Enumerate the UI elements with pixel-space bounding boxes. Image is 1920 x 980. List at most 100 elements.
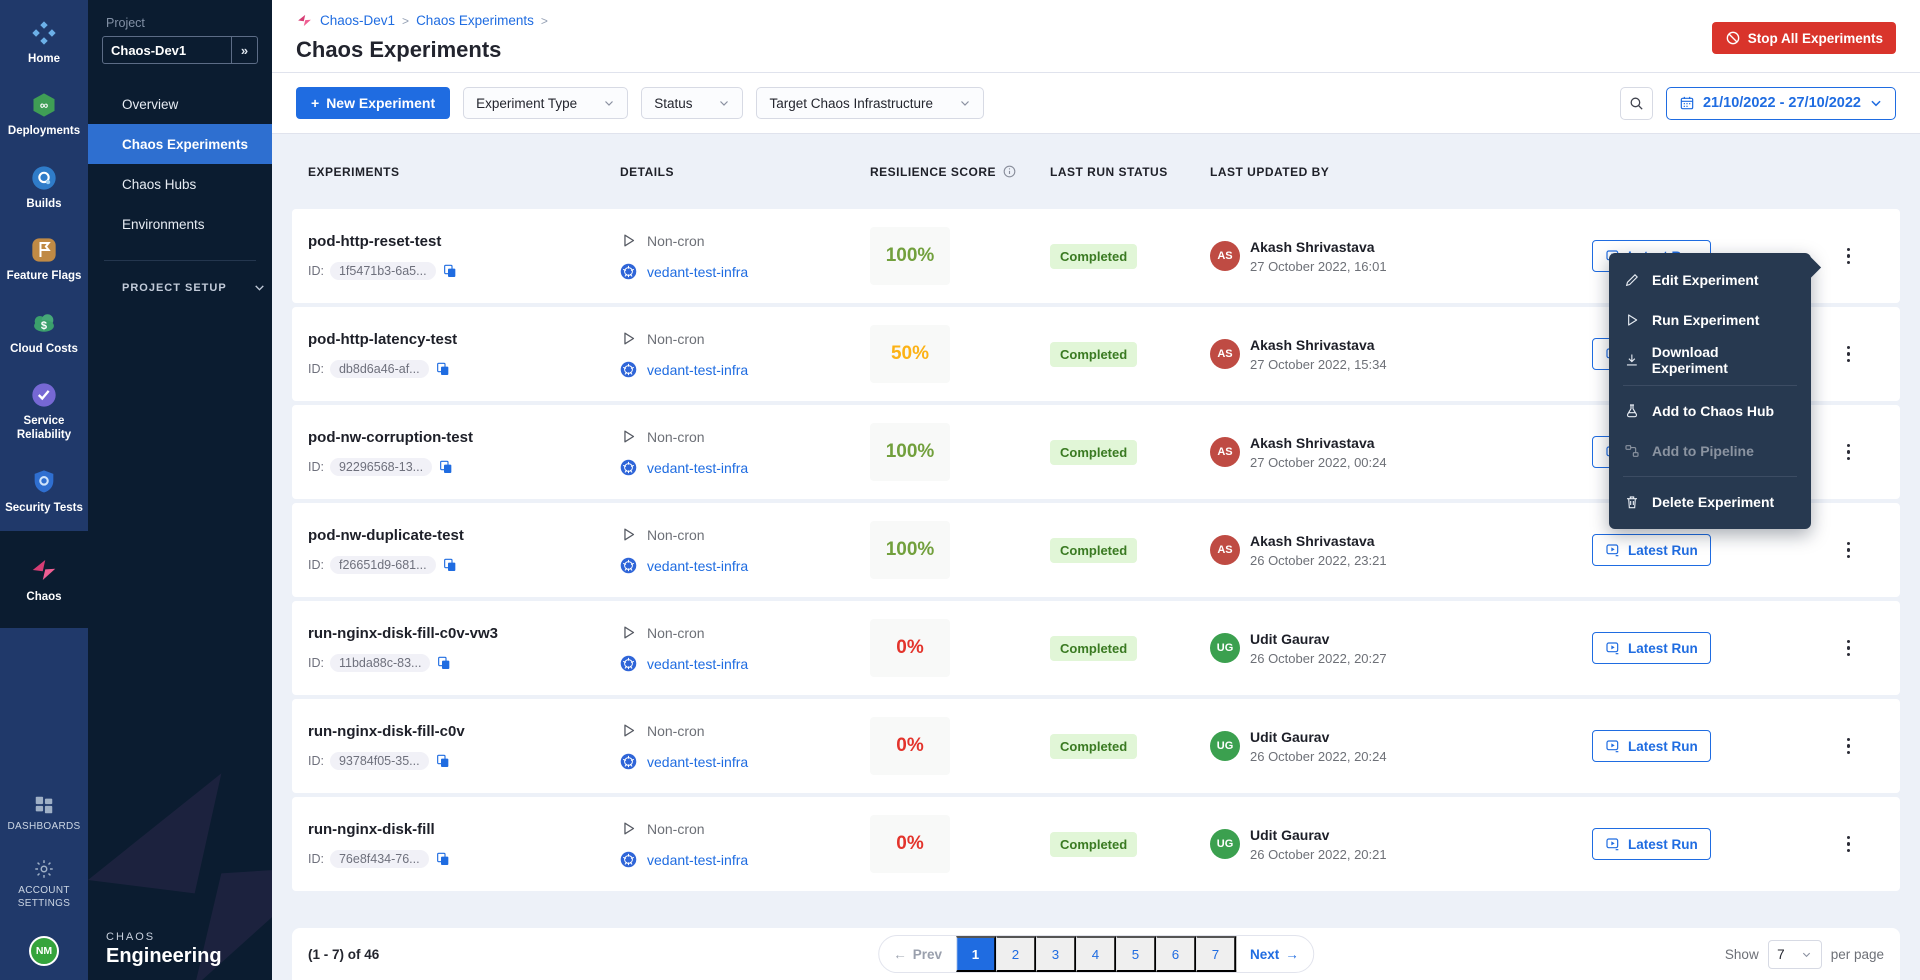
breadcrumb-separator: > [402,14,409,28]
user-avatar[interactable]: NM [29,936,59,966]
schedule-type: Non-cron [647,821,705,837]
infrastructure-link[interactable]: vedant-test-infra [647,558,748,574]
resilience-score: 100% [870,227,950,285]
latest-run-label: Latest Run [1628,641,1698,656]
infrastructure-link[interactable]: vedant-test-infra [647,264,748,280]
experiment-name[interactable]: pod-http-reset-test [308,233,620,250]
search-button[interactable] [1620,87,1653,120]
status-badge: Completed [1050,734,1137,759]
infrastructure-link[interactable]: vedant-test-infra [647,460,748,476]
rail-label: Cloud Costs [3,342,85,356]
kubernetes-icon [620,263,637,280]
sidebar-item-overview[interactable]: Overview [88,84,272,124]
latest-run-button[interactable]: Latest Run [1592,828,1711,860]
row-menu-button[interactable] [1841,242,1857,271]
experiment-name[interactable]: run-nginx-disk-fill-c0v [308,723,620,740]
prev-page-button[interactable]: ← Prev [879,938,956,971]
rail-item-cloud-costs[interactable]: $ Cloud Costs [0,300,88,365]
updated-date: 27 October 2022, 00:24 [1250,455,1387,470]
page-button[interactable]: 3 [1036,936,1076,972]
date-range-picker[interactable]: 21/10/2022 - 27/10/2022 [1666,87,1896,120]
infrastructure-link[interactable]: vedant-test-infra [647,754,748,770]
copy-icon[interactable] [438,459,454,475]
user-info: Akash Shrivastava 27 October 2022, 16:01 [1250,239,1387,274]
copy-icon[interactable] [435,753,451,769]
sidebar-item-environments[interactable]: Environments [88,204,272,244]
experiment-name[interactable]: pod-nw-duplicate-test [308,527,620,544]
page-button[interactable]: 6 [1156,936,1196,972]
infrastructure-link[interactable]: vedant-test-infra [647,656,748,672]
brand-small: CHAOS [106,931,222,943]
rail-label: Chaos [3,590,85,604]
menu-item-edit-experiment[interactable]: Edit Experiment [1609,260,1811,300]
sidebar-item-chaos-experiments[interactable]: Chaos Experiments [88,124,272,164]
info-icon[interactable] [1002,164,1017,179]
project-setup-toggle[interactable]: PROJECT SETUP [88,261,272,294]
rail-label: DASHBOARDS [3,821,85,834]
menu-item-run-experiment[interactable]: Run Experiment [1609,300,1811,340]
row-menu-button[interactable] [1841,536,1857,565]
expand-panel-icon[interactable]: » [231,37,257,63]
breadcrumb-link-experiments[interactable]: Chaos Experiments [416,13,534,28]
page-button[interactable]: 4 [1076,936,1116,972]
status-filter[interactable]: Status [641,87,743,119]
copy-icon[interactable] [435,361,451,377]
resilience-cell: 0% [870,717,1050,775]
target-infrastructure-filter[interactable]: Target Chaos Infrastructure [756,87,984,119]
row-menu-button[interactable] [1841,634,1857,663]
stop-all-experiments-button[interactable]: Stop All Experiments [1712,22,1896,54]
rail-item-account-settings[interactable]: ACCOUNT SETTINGS [0,849,88,919]
rail-item-builds[interactable]: Builds [0,155,88,220]
updated-date: 26 October 2022, 20:21 [1250,847,1387,862]
menu-item-add-to-chaos-hub[interactable]: Add to Chaos Hub [1609,391,1811,431]
new-experiment-button[interactable]: + New Experiment [296,87,450,119]
user-info: Udit Gaurav 26 October 2022, 20:21 [1250,827,1387,862]
copy-icon[interactable] [435,851,451,867]
menu-item-download-experiment[interactable]: Download Experiment [1609,340,1811,380]
rail-item-service-reliability[interactable]: Service Reliability [0,372,88,452]
rail-item-feature-flags[interactable]: Feature Flags [0,227,88,292]
experiment-type-filter[interactable]: Experiment Type [463,87,628,119]
copy-icon[interactable] [442,263,458,279]
menu-item-delete-experiment[interactable]: Delete Experiment [1609,482,1811,522]
rail-item-dashboards[interactable]: DASHBOARDS [0,785,88,843]
status-badge: Completed [1050,538,1137,563]
copy-icon[interactable] [442,557,458,573]
row-menu-button[interactable] [1841,438,1857,467]
page-button[interactable]: 1 [956,936,996,972]
experiment-name[interactable]: run-nginx-disk-fill [308,821,620,838]
latest-run-cell: Latest Run [1580,730,1750,762]
rail-item-deployments[interactable]: ∞ Deployments [0,82,88,147]
latest-run-label: Latest Run [1628,739,1698,754]
page-button[interactable]: 5 [1116,936,1156,972]
experiment-name[interactable]: pod-http-latency-test [308,331,620,348]
updated-date: 26 October 2022, 23:21 [1250,553,1387,568]
page-button[interactable]: 2 [996,936,1036,972]
id-value: 93784f05-35... [330,752,429,770]
latest-run-button[interactable]: Latest Run [1592,534,1711,566]
latest-run-button[interactable]: Latest Run [1592,730,1711,762]
resilience-score: 100% [870,521,950,579]
rail-item-security-tests[interactable]: Security Tests [0,459,88,524]
rail-item-chaos[interactable]: Chaos [0,531,88,628]
sidebar-item-chaos-hubs[interactable]: Chaos Hubs [88,164,272,204]
latest-run-button[interactable]: Latest Run [1592,632,1711,664]
row-menu-button[interactable] [1841,340,1857,369]
service-reliability-icon [3,381,85,409]
row-menu-button[interactable] [1841,732,1857,761]
experiment-name[interactable]: pod-nw-corruption-test [308,429,620,446]
page-size-select[interactable]: 7 [1768,940,1822,969]
copy-icon[interactable] [436,655,452,671]
next-page-button[interactable]: Next → [1236,938,1313,971]
row-menu-button[interactable] [1841,830,1857,859]
experiment-cell: run-nginx-disk-fill ID: 76e8f434-76... [308,821,620,868]
experiment-name[interactable]: run-nginx-disk-fill-c0v-vw3 [308,625,620,642]
breadcrumb-link-project[interactable]: Chaos-Dev1 [320,13,395,28]
chaos-icon [3,555,85,585]
project-selector[interactable]: Chaos-Dev1 » [102,36,258,64]
infrastructure-link[interactable]: vedant-test-infra [647,362,748,378]
status-cell: Completed [1050,440,1210,465]
page-button[interactable]: 7 [1196,936,1236,972]
infrastructure-link[interactable]: vedant-test-infra [647,852,748,868]
rail-item-home[interactable]: Home [0,10,88,75]
